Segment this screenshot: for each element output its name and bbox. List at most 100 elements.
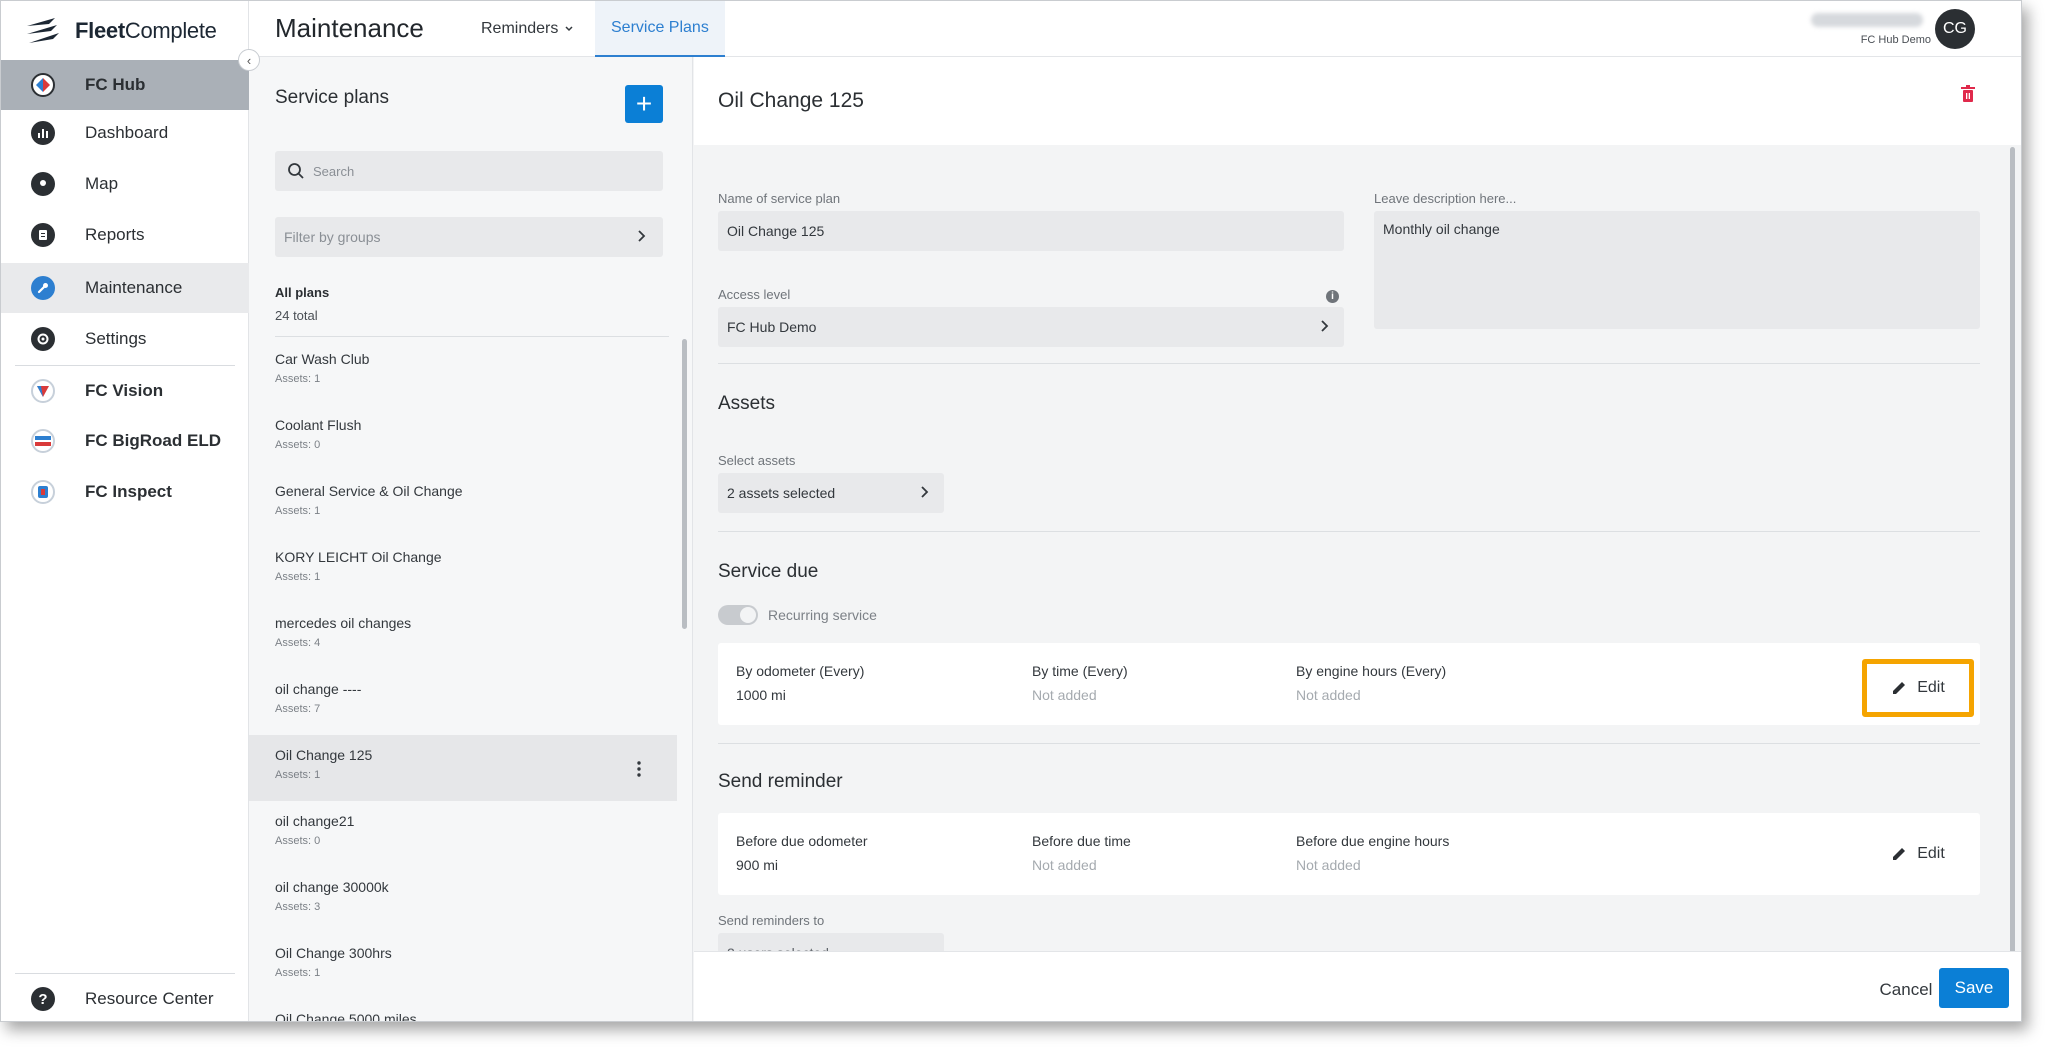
list-item[interactable]: KORY LEICHT Oil Change Assets: 1 [249, 537, 677, 603]
sidebar-item-resource-center[interactable]: ? Resource Center [1, 974, 249, 1021]
brand-name: FleetComplete [75, 18, 217, 43]
user-org: FC Hub Demo [1860, 34, 1931, 46]
recurring-service-toggle[interactable] [718, 605, 758, 625]
filter-by-groups[interactable]: Filter by groups [275, 217, 663, 257]
delete-button[interactable] [1960, 85, 1976, 108]
top-bar: Maintenance Reminders Service Plans FC H… [249, 1, 2021, 57]
gear-icon [31, 327, 55, 351]
description-label: Leave description here... [1374, 191, 1517, 206]
access-level-label: Access level [718, 287, 791, 302]
collapse-sidebar-button[interactable]: ‹ [238, 49, 260, 71]
recurring-service-label: Recurring service [768, 607, 877, 623]
service-plan-detail: Oil Change 125 Name of service plan Oil … [694, 57, 2021, 1021]
list-item[interactable]: Oil Change 300hrs Assets: 1 [249, 933, 677, 999]
reminder-engine-hours: Before due engine hours Not added [1296, 833, 1450, 873]
cancel-button[interactable]: Cancel [1866, 972, 1946, 1008]
all-plans-summary: All plans 24 total [275, 285, 330, 323]
service-plans-panel: Service plans + Filter by groups All pla… [249, 57, 693, 1021]
search-box [275, 151, 663, 191]
name-label: Name of service plan [718, 191, 841, 206]
sidebar-item-fc-bigroad-eld[interactable]: FC BigRoad ELD [1, 416, 249, 466]
tab-reminders[interactable]: Reminders [481, 1, 574, 57]
list-item[interactable]: oil change ---- Assets: 7 [249, 669, 677, 735]
wrench-icon [31, 276, 55, 300]
fc-bigroad-icon [31, 429, 55, 453]
assets-heading: Assets [718, 393, 776, 414]
detail-scrollbar[interactable] [2010, 147, 2015, 957]
send-reminder-heading: Send reminder [718, 771, 843, 792]
list-scrollbar[interactable] [682, 339, 687, 629]
avatar[interactable]: CG [1935, 9, 1975, 49]
sidebar-item-fc-vision[interactable]: FC Vision [1, 366, 249, 416]
list-item[interactable]: Car Wash Club Assets: 1 [249, 339, 677, 405]
reports-icon [31, 223, 55, 247]
fc-hub-icon [31, 73, 55, 97]
fc-inspect-icon [31, 480, 55, 504]
info-icon[interactable]: i [1326, 290, 1339, 303]
chevron-right-icon [921, 486, 929, 498]
page-title: Maintenance [275, 13, 424, 43]
help-icon: ? [31, 987, 55, 1011]
app-window: FleetComplete ‹ FC Hub Dashboard Map Rep… [0, 0, 2022, 1022]
list-item[interactable]: Coolant Flush Assets: 0 [249, 405, 677, 471]
sidebar-item-maintenance[interactable]: Maintenance [1, 263, 249, 313]
map-pin-icon [31, 172, 55, 196]
sidebar: FleetComplete ‹ FC Hub Dashboard Map Rep… [1, 1, 260, 1021]
service-due-heading: Service due [718, 561, 819, 582]
tab-service-plans[interactable]: Service Plans [595, 1, 725, 57]
search-input[interactable] [313, 151, 653, 191]
sidebar-item-fc-hub[interactable]: FC Hub [1, 60, 249, 110]
section-divider [718, 531, 1980, 532]
detail-header: Oil Change 125 [694, 57, 2021, 145]
trash-icon [1961, 85, 1975, 102]
chevron-right-icon [1321, 320, 1329, 332]
list-item[interactable]: General Service & Oil Change Assets: 1 [249, 471, 677, 537]
description-field[interactable]: Monthly oil change [1374, 211, 1980, 329]
select-assets-label: Select assets [718, 453, 796, 468]
list-item[interactable]: mercedes oil changes Assets: 4 [249, 603, 677, 669]
service-plans-heading: Service plans [275, 87, 390, 108]
save-button[interactable]: Save [1939, 968, 2009, 1008]
edit-service-due-button[interactable]: Edit [1862, 659, 1974, 717]
add-service-plan-button[interactable]: + [625, 85, 663, 123]
dashboard-icon [31, 121, 55, 145]
due-engine-hours: By engine hours (Every) Not added [1296, 663, 1447, 703]
chevron-right-icon [638, 230, 646, 242]
logo: FleetComplete [25, 11, 217, 51]
plus-icon: + [635, 88, 653, 119]
reminder-time: Before due time Not added [1032, 833, 1131, 873]
fleet-complete-logo-icon [27, 18, 59, 43]
toggle-knob [740, 607, 756, 623]
chevron-down-icon [565, 26, 573, 32]
edit-send-reminder-button[interactable]: Edit [1868, 831, 1968, 877]
list-divider [275, 336, 669, 337]
user-name-redacted [1811, 13, 1923, 27]
search-icon [288, 163, 304, 179]
pencil-icon [1893, 848, 1906, 860]
plan-name-field[interactable]: Oil Change 125 [718, 211, 1344, 251]
sidebar-item-fc-inspect[interactable]: FC Inspect [1, 467, 249, 517]
sidebar-item-map[interactable]: Map [1, 159, 249, 209]
due-odometer: By odometer (Every) 1000 mi [736, 663, 865, 703]
fc-vision-icon [31, 379, 55, 403]
sidebar-item-reports[interactable]: Reports [1, 210, 249, 260]
access-level-select[interactable]: FC Hub Demo [718, 307, 1344, 347]
list-item-selected[interactable]: Oil Change 125 Assets: 1 [249, 735, 677, 801]
list-item[interactable]: Oil Change 5000 miles [249, 999, 677, 1021]
pencil-icon [1893, 682, 1906, 694]
send-reminder-card: Before due odometer 900 mi Before due ti… [718, 813, 1980, 895]
reminder-odometer: Before due odometer 900 mi [736, 833, 868, 873]
chevron-left-icon: ‹ [246, 52, 252, 68]
sidebar-item-settings[interactable]: Settings [1, 314, 249, 364]
detail-footer: Cancel Save [694, 951, 2021, 1021]
section-divider [718, 363, 1980, 364]
section-divider [718, 743, 1980, 744]
sidebar-item-dashboard[interactable]: Dashboard [1, 108, 249, 158]
send-reminders-to-label: Send reminders to [718, 913, 825, 928]
select-assets-button[interactable]: 2 assets selected [718, 473, 944, 513]
list-item[interactable]: oil change 30000k Assets: 3 [249, 867, 677, 933]
more-options-icon[interactable] [629, 757, 649, 781]
list-item[interactable]: oil change21 Assets: 0 [249, 801, 677, 867]
detail-title: Oil Change 125 [718, 89, 864, 112]
service-due-card: By odometer (Every) 1000 mi By time (Eve… [718, 643, 1980, 725]
